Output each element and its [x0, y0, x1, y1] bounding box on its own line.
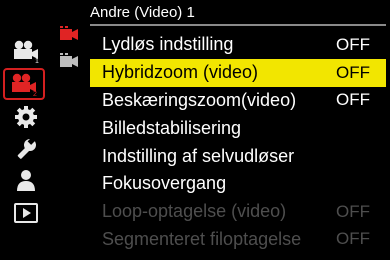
video-subpage-2-icon [60, 53, 78, 67]
subtab-column [54, 22, 86, 82]
menu-item-label: Loop-optagelse (video) [102, 201, 287, 222]
menu-item-indstilling-af-selvudloser[interactable]: Indstilling af selvudløser [90, 142, 386, 170]
menu-item-fokusovergang[interactable]: Fokusovergang [90, 170, 386, 198]
playback-icon [14, 203, 38, 223]
page-title: Andre (Video) 1 [90, 4, 195, 21]
menu-item-value: OFF [336, 90, 370, 110]
category-movie-1[interactable]: 1 [6, 36, 46, 66]
subtab-1[interactable] [54, 22, 84, 48]
category-custom[interactable] [6, 102, 46, 132]
category-my-menu[interactable] [6, 166, 46, 196]
movie-camera-2-icon: 2 [12, 73, 37, 96]
menu-item-value: OFF [336, 229, 370, 249]
menu-item-segmenteret-filoptagelse: Segmenteret filoptagelse OFF [90, 226, 386, 254]
menu-item-hybridzoom-video[interactable]: Hybridzoom (video) OFF [90, 58, 386, 87]
menu-item-label: Lydløs indstilling [102, 34, 234, 55]
menu-item-label: Billedstabilisering [102, 117, 242, 138]
camera-menu-screen: 1 2 Andre (Video) 1 Lydløs indstilling O… [0, 0, 390, 260]
menu-item-billedstabilisering[interactable]: Billedstabilisering [90, 114, 386, 142]
menu-item-lydlos-indstilling[interactable]: Lydløs indstilling OFF [90, 31, 386, 59]
movie-camera-1-icon: 1 [14, 40, 39, 63]
menu-item-value: OFF [336, 62, 370, 82]
menu-item-label: Beskæringszoom(video) [102, 89, 297, 110]
category-setup[interactable] [6, 134, 46, 164]
menu-list: Lydløs indstilling OFF Hybridzoom (video… [90, 31, 386, 253]
category-movie-2[interactable]: 2 [3, 68, 45, 100]
category-column: 1 2 [0, 26, 48, 260]
category-playback[interactable] [6, 198, 46, 228]
menu-item-loop-optagelse-video: Loop-optagelse (video) OFF [90, 198, 386, 226]
subtab-2[interactable] [54, 49, 84, 75]
gear-icon [15, 106, 37, 128]
menu-item-label: Segmenteret filoptagelse [102, 228, 302, 249]
menu-item-label: Hybridzoom (video) [102, 62, 259, 83]
wrench-icon [17, 137, 36, 159]
category-badge: 2 [33, 91, 37, 96]
category-badge: 1 [35, 58, 39, 63]
menu-item-label: Fokusovergang [102, 173, 227, 194]
menu-item-beskaeringszoom-video[interactable]: Beskæringszoom(video) OFF [90, 87, 386, 115]
person-icon [17, 170, 35, 191]
title-divider [90, 24, 386, 26]
menu-item-label: Indstilling af selvudløser [102, 145, 295, 166]
video-subpage-1-icon [60, 26, 78, 40]
menu-item-value: OFF [336, 201, 370, 221]
menu-item-value: OFF [336, 34, 370, 54]
